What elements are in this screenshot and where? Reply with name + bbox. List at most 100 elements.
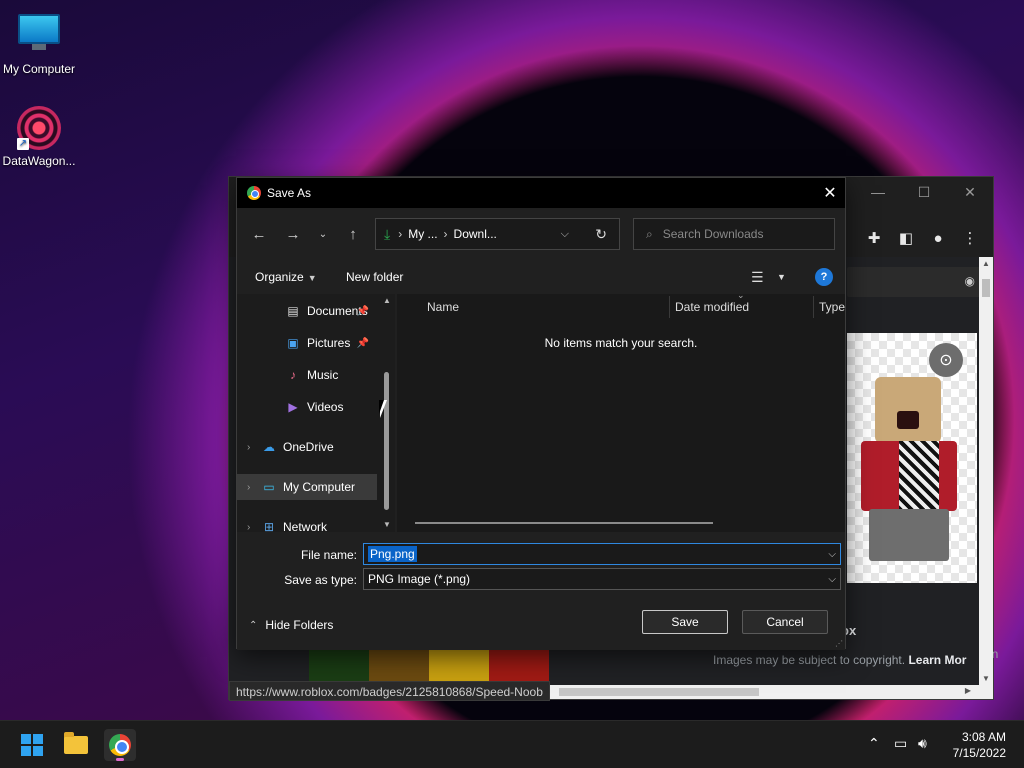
help-icon[interactable]: ?: [815, 268, 833, 286]
desktop-icon-my-computer[interactable]: My Computer: [0, 8, 78, 76]
clock[interactable]: 3:08 AM 7/15/2022: [953, 729, 1006, 761]
close-icon[interactable]: ✕: [947, 177, 993, 207]
roblox-character-head: [875, 377, 941, 443]
search-input[interactable]: ⌕ Search Downloads: [633, 218, 835, 250]
camera-icon[interactable]: ◉: [965, 274, 975, 288]
roblox-character-legs: [869, 509, 949, 561]
scroll-up-icon[interactable]: ▲: [383, 296, 391, 305]
cancel-button[interactable]: Cancel: [742, 610, 828, 634]
file-explorer-button[interactable]: [60, 729, 92, 761]
desktop-icon-label: My Computer: [2, 62, 76, 76]
chevron-right-icon[interactable]: ›: [247, 522, 261, 533]
close-button[interactable]: ✕: [815, 178, 845, 208]
chevron-right-icon[interactable]: ›: [247, 482, 261, 493]
profile-icon[interactable]: ●: [927, 227, 949, 249]
mouse-cursor-icon: [379, 400, 387, 418]
hide-folders-button[interactable]: ⌃ Hide Folders: [249, 618, 333, 632]
pictures-icon: ▣: [287, 336, 299, 350]
dialog-title: Save As: [267, 186, 312, 200]
save-button[interactable]: Save: [642, 610, 728, 634]
forward-button[interactable]: →: [281, 222, 305, 246]
file-pane-scrollbar[interactable]: [415, 522, 713, 524]
arrow-right-icon: →: [285, 225, 301, 243]
nav-item-documents[interactable]: ▤ Documents 📌: [237, 298, 377, 324]
datawagon-icon: ↗: [17, 106, 61, 150]
column-header-type[interactable]: Type: [819, 294, 845, 320]
view-options-icon[interactable]: ☰: [751, 269, 764, 286]
chevron-down-icon[interactable]: ⌵: [561, 228, 569, 241]
nav-item-pictures[interactable]: ▣ Pictures 📌: [237, 330, 377, 356]
nav-item-label: Pictures: [307, 336, 351, 350]
chevron-up-icon: ⌃: [249, 619, 258, 631]
desktop-icon-datawagon[interactable]: ↗ DataWagon...: [0, 106, 78, 168]
caret-down-icon: ▼: [307, 273, 317, 283]
scroll-down-icon[interactable]: ▼: [383, 520, 391, 529]
scroll-down-icon[interactable]: ▼: [982, 674, 990, 683]
search-icon: ⌕: [646, 226, 653, 241]
menu-icon[interactable]: ⋮: [959, 227, 981, 249]
google-lens-icon[interactable]: ⊙: [929, 343, 963, 377]
empty-message: No items match your search.: [544, 336, 698, 350]
address-bar-fragment[interactable]: ◉: [847, 267, 983, 297]
column-header-name[interactable]: Name: [427, 294, 459, 320]
file-list-pane: ⌄ Name Date modified Type No items match…: [397, 290, 845, 532]
window-controls: — ☐ ✕: [855, 177, 993, 207]
chevron-up-icon[interactable]: ⌃: [868, 735, 880, 752]
nav-item-videos[interactable]: ▶ Videos: [237, 394, 377, 420]
nav-item-onedrive[interactable]: › ☁ OneDrive: [237, 434, 377, 460]
start-button[interactable]: [16, 729, 48, 761]
scroll-up-icon[interactable]: ▲: [982, 259, 990, 268]
vertical-scrollbar[interactable]: ▲ ▼: [979, 257, 993, 685]
new-folder-button[interactable]: New folder: [346, 270, 403, 284]
save-type-select[interactable]: PNG Image (*.png) ⌵: [363, 568, 841, 590]
search-placeholder: Search Downloads: [662, 227, 764, 241]
maximize-icon[interactable]: ☐: [901, 177, 947, 207]
breadcrumb-separator-icon: ›: [398, 227, 403, 241]
address-bar[interactable]: ⤓ › My ... › Downl... ⌵ ↻: [375, 218, 620, 250]
column-divider[interactable]: [669, 296, 670, 318]
chevron-down-icon: ⌄: [318, 228, 328, 240]
nav-item-label: Music: [307, 368, 339, 382]
back-button[interactable]: ←: [247, 222, 271, 246]
breadcrumb-segment[interactable]: My ...: [408, 227, 437, 241]
network-icon[interactable]: ▭: [894, 735, 907, 752]
save-type-value: PNG Image (*.png): [368, 572, 471, 586]
arrow-left-icon: ←: [251, 225, 267, 243]
refresh-icon[interactable]: ↻: [595, 226, 607, 243]
minimize-icon[interactable]: —: [855, 177, 901, 207]
download-icon: ⤓: [384, 225, 391, 242]
chrome-taskbar-button[interactable]: [104, 729, 136, 761]
up-button[interactable]: ↑: [341, 222, 365, 246]
chrome-icon: [247, 186, 261, 200]
cloud-icon: ☁: [263, 440, 275, 454]
videos-icon: ▶: [288, 400, 298, 414]
clock-date: 7/15/2022: [952, 746, 1006, 760]
scroll-right-icon[interactable]: ▶: [965, 686, 971, 695]
windows-icon: [21, 734, 43, 756]
chevron-down-icon[interactable]: ⌵: [828, 549, 836, 560]
breadcrumb-segment[interactable]: Downl...: [454, 227, 497, 241]
breadcrumb-separator-icon: ›: [443, 227, 448, 241]
nav-item-my-computer[interactable]: › ▭ My Computer: [237, 474, 377, 500]
column-header-date-modified[interactable]: Date modified: [675, 294, 749, 320]
side-panel-icon[interactable]: ◧: [895, 227, 917, 249]
resize-grip-icon[interactable]: ⋰: [835, 639, 843, 648]
caret-down-icon[interactable]: ▼: [777, 272, 786, 282]
file-name-input[interactable]: Png.png ⌵: [363, 543, 841, 565]
nav-item-music[interactable]: ♪ Music: [237, 362, 377, 388]
volume-icon[interactable]: 🔊︎: [918, 735, 927, 752]
status-bar-url: https://www.roblox.com/badges/2125810868…: [229, 681, 550, 701]
learn-more-link[interactable]: Learn Mor: [908, 653, 966, 667]
extensions-icon[interactable]: ✚: [863, 227, 885, 249]
column-divider[interactable]: [813, 296, 814, 318]
file-name-label: File name:: [300, 548, 357, 562]
dialog-title-bar[interactable]: Save As ✕: [237, 178, 845, 208]
pin-icon: 📌: [356, 337, 369, 349]
organize-button[interactable]: Organize ▼: [255, 270, 317, 284]
folder-icon: [64, 732, 88, 754]
chevron-down-icon[interactable]: ⌵: [828, 574, 836, 585]
navigation-pane: ▤ Documents 📌 ▣ Pictures 📌 ♪ Music ▶ Vid…: [237, 294, 395, 534]
recent-locations-button[interactable]: ⌄: [311, 222, 335, 246]
computer-icon: ▭: [263, 480, 275, 494]
chevron-right-icon[interactable]: ›: [247, 442, 261, 453]
